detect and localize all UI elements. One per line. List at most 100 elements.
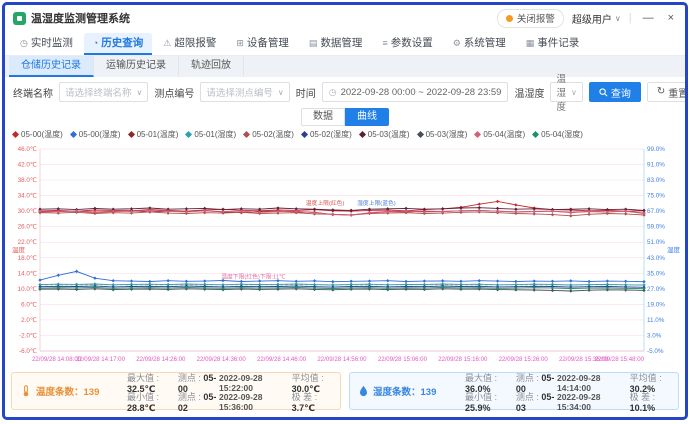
svg-text:湿度: 湿度 — [667, 245, 680, 254]
nav-item-数据管理[interactable]: ▤数据管理 — [300, 33, 372, 55]
view-toggle: 数据 曲线 — [5, 107, 685, 127]
events-icon: ▦ — [526, 32, 535, 54]
temperature-summary-card: 温度条数：139 最大值 : 32.5℃ 测点 : 05-00 2022-09-… — [11, 372, 341, 410]
chevron-down-icon: ∨ — [278, 88, 284, 97]
svg-text:42.0℃: 42.0℃ — [18, 162, 37, 169]
chart-canvas: 46.0℃42.0℃38.0℃34.0℃30.0℃26.0℃22.0℃18.0℃… — [10, 141, 680, 369]
history-icon: ◔ — [93, 32, 98, 54]
legend-marker-icon — [301, 130, 308, 137]
legend-marker-icon — [12, 130, 19, 137]
time-label: 时间 — [296, 85, 316, 100]
nav-item-超限报警[interactable]: ⚠超限报警 — [154, 33, 225, 55]
svg-text:湿度上限(蓝色): 湿度上限(蓝色) — [357, 199, 396, 207]
svg-text:43.0%: 43.0% — [647, 255, 665, 262]
user-menu[interactable]: 超级用户 ∨ — [572, 11, 621, 26]
svg-text:-6.0℃: -6.0℃ — [19, 348, 37, 355]
svg-text:30.0℃: 30.0℃ — [18, 208, 37, 215]
search-icon — [599, 88, 608, 97]
legend-item[interactable]: 05-02(湿度) — [302, 129, 352, 140]
main-nav: ◷实时监测◔历史查询⚠超限报警⊞设备管理▤数据管理≡参数设置⚙系统管理▦事件记录 — [5, 31, 685, 56]
legend-label: 05-02(湿度) — [310, 129, 352, 140]
svg-text:38.0℃: 38.0℃ — [18, 177, 37, 184]
legend-label: 05-04(湿度) — [541, 129, 583, 140]
search-button[interactable]: 查询 — [589, 82, 641, 102]
legend-marker-icon — [532, 130, 539, 137]
type-label: 温湿度 — [514, 85, 544, 100]
legend-item[interactable]: 05-04(温度) — [475, 129, 525, 140]
data-view-button[interactable]: 数据 — [301, 108, 345, 126]
refresh-icon: ↻ — [657, 87, 665, 97]
svg-text:91.0%: 91.0% — [647, 162, 665, 169]
svg-text:22/09/28 14:56:00: 22/09/28 14:56:00 — [317, 356, 367, 363]
svg-text:46.0℃: 46.0℃ — [18, 146, 37, 153]
legend-item[interactable]: 05-00(温度) — [13, 129, 63, 140]
svg-text:3.0%: 3.0% — [647, 332, 662, 339]
subtab-仓储历史记录[interactable]: 仓储历史记录 — [9, 56, 94, 77]
svg-text:34.0℃: 34.0℃ — [18, 193, 37, 200]
nav-item-实时监测[interactable]: ◷实时监测 — [11, 33, 82, 55]
nav-item-设备管理[interactable]: ⊞设备管理 — [227, 33, 298, 55]
svg-text:22/09/28 15:06:00: 22/09/28 15:06:00 — [378, 356, 428, 363]
legend-item[interactable]: 05-04(湿度) — [533, 129, 583, 140]
terminal-select[interactable]: 请选择终端名称 ∨ — [59, 82, 148, 102]
chevron-down-icon: ∨ — [137, 88, 143, 97]
nav-item-label: 参数设置 — [391, 32, 433, 54]
svg-text:35.0%: 35.0% — [647, 270, 665, 277]
filterbar: 终端名称 请选择终端名称 ∨ 测点编号 请选择测点编号 ∨ 时间 ◷ 2022-… — [5, 77, 685, 107]
legend-item[interactable]: 05-01(湿度) — [186, 129, 236, 140]
temp-min-time: 2022-09-28 15:36:00 — [219, 392, 292, 412]
subtabs: 仓储历史记录运输历史记录轨迹回放 — [5, 56, 685, 77]
terminal-label: 终端名称 — [13, 85, 53, 100]
legend-item[interactable]: 05-02(温度) — [244, 129, 294, 140]
temp-max-time: 2022-09-28 15:22:00 — [219, 373, 292, 393]
svg-text:22/09/28 15:16:00: 22/09/28 15:16:00 — [438, 356, 488, 363]
close-alarm-label: 关闭报警 — [517, 11, 555, 25]
nav-item-label: 数据管理 — [320, 32, 362, 54]
data-icon: ▤ — [309, 32, 318, 54]
svg-text:-5.0%: -5.0% — [647, 348, 664, 355]
legend-marker-icon — [417, 130, 424, 137]
legend-label: 05-03(温度) — [368, 129, 410, 140]
hum-card-label: 湿度条数：139 — [373, 384, 436, 398]
nav-item-历史查询[interactable]: ◔历史查询 — [84, 33, 152, 55]
svg-text:22/09/28 14:46:00: 22/09/28 14:46:00 — [257, 356, 307, 363]
svg-text:75.0%: 75.0% — [647, 193, 665, 200]
time-range-input[interactable]: ◷ 2022-09-28 00:00 ~ 2022-09-28 23:59 — [322, 82, 509, 102]
minimize-button[interactable]: — — [640, 10, 657, 26]
svg-text:99.0%: 99.0% — [647, 146, 665, 153]
close-button[interactable]: × — [665, 10, 677, 26]
point-select[interactable]: 请选择测点编号 ∨ — [200, 82, 289, 102]
nav-item-系统管理[interactable]: ⚙系统管理 — [444, 33, 515, 55]
legend-marker-icon — [128, 130, 135, 137]
hum-min-time: 2022-09-28 15:34:00 — [557, 392, 630, 412]
svg-text:19.0%: 19.0% — [647, 301, 665, 308]
close-alarm-button[interactable]: 关闭报警 — [497, 9, 564, 28]
legend-label: 05-03(湿度) — [426, 129, 468, 140]
svg-text:11.0%: 11.0% — [647, 317, 665, 324]
reset-button[interactable]: ↻ 重置 — [647, 82, 688, 102]
legend-label: 05-02(温度) — [252, 129, 294, 140]
svg-text:温度上限(红色): 温度上限(红色) — [306, 199, 345, 207]
nav-item-label: 设备管理 — [247, 32, 289, 54]
curve-view-button[interactable]: 曲线 — [345, 108, 389, 126]
legend-item[interactable]: 05-03(湿度) — [418, 129, 468, 140]
clock-icon: ◷ — [329, 87, 337, 98]
legend-item[interactable]: 05-00(湿度) — [71, 129, 121, 140]
legend-label: 05-04(温度) — [483, 129, 525, 140]
subtab-轨迹回放[interactable]: 轨迹回放 — [179, 56, 244, 77]
app-logo-icon — [13, 12, 26, 25]
chevron-down-icon: ∨ — [571, 88, 577, 97]
svg-text:10.0℃: 10.0℃ — [18, 286, 37, 293]
humidity-summary-card: 湿度条数：139 最大值 : 36.0% 测点 : 05-00 2022-09-… — [349, 372, 679, 410]
nav-item-参数设置[interactable]: ≡参数设置 — [373, 33, 441, 55]
legend-item[interactable]: 05-03(温度) — [360, 129, 410, 140]
legend-label: 05-01(湿度) — [194, 129, 236, 140]
svg-text:温度: 温度 — [12, 245, 26, 254]
svg-text:温度下限(红色)下限:11℃: 温度下限(红色)下限:11℃ — [221, 273, 286, 281]
subtab-运输历史记录[interactable]: 运输历史记录 — [94, 56, 179, 77]
svg-text:6.0℃: 6.0℃ — [21, 301, 37, 308]
nav-item-事件记录[interactable]: ▦事件记录 — [517, 33, 589, 55]
legend-item[interactable]: 05-01(温度) — [129, 129, 179, 140]
type-select[interactable]: 温湿度 ∨ — [550, 82, 582, 102]
system-icon: ⚙ — [453, 32, 461, 54]
